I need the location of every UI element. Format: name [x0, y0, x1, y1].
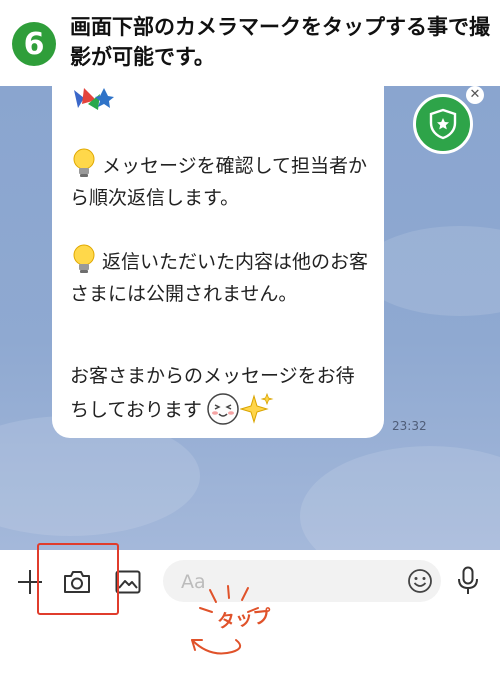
shield-icon [429, 108, 457, 140]
smiling-face-icon [207, 393, 239, 425]
microphone-button[interactable] [454, 564, 482, 598]
close-shield-button[interactable]: ✕ [466, 86, 484, 104]
star-decoration-icon [74, 88, 114, 110]
message-text-2: 返信いただいた内容は他のお客さまには公開されません。 [70, 244, 370, 310]
safety-shield-button[interactable] [413, 94, 473, 154]
instruction-header: 6 画面下部のカメラマークをタップする事で撮影が可能です。 [0, 0, 500, 86]
microphone-icon [458, 566, 478, 594]
lightbulb-icon [73, 244, 95, 273]
emoji-icon[interactable] [407, 568, 433, 594]
instruction-text: 画面下部のカメラマークをタップする事で撮影が可能です。 [70, 15, 490, 69]
message-timestamp: 23:32 [392, 419, 427, 433]
step-number-badge: 6 [12, 22, 56, 66]
message-text-3: お客さまからのメッセージをお待ちしております [70, 360, 370, 426]
chat-area[interactable]: メッセージを確認して担当者から順次返信します。 返信いただいた内容は他のお客さま… [0, 86, 500, 550]
close-icon: ✕ [469, 87, 481, 102]
camera-highlight-box [37, 543, 119, 615]
sparkle-icon [239, 392, 274, 424]
message-text-1: メッセージを確認して担当者から順次返信します。 [70, 148, 370, 214]
lightbulb-icon [73, 148, 95, 177]
input-bar: タップ [0, 543, 500, 676]
